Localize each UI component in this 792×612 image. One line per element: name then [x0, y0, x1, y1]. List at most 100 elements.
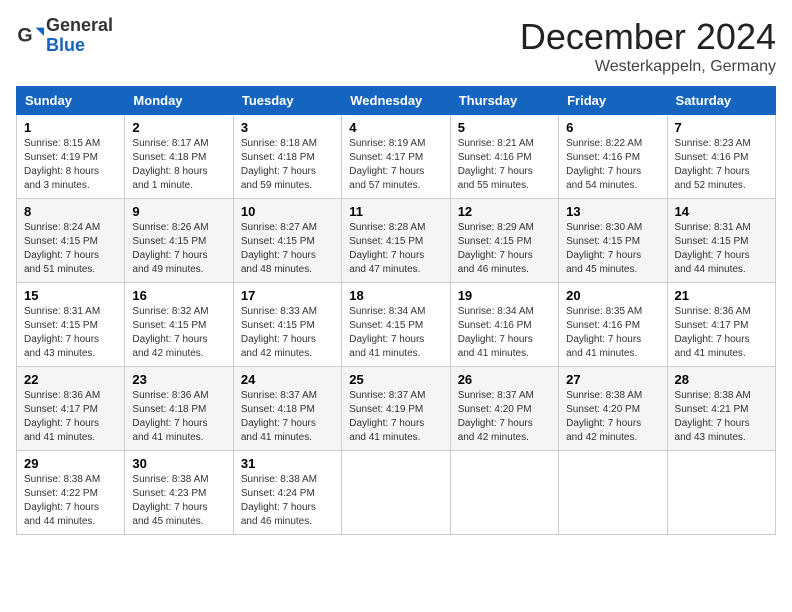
day-info: Sunrise: 8:33 AM Sunset: 4:15 PM Dayligh…: [241, 305, 334, 361]
day-info: Sunrise: 8:22 AM Sunset: 4:16 PM Dayligh…: [566, 137, 659, 193]
day-info: Sunrise: 8:38 AM Sunset: 4:20 PM Dayligh…: [566, 389, 659, 445]
day-info: Sunrise: 8:34 AM Sunset: 4:15 PM Dayligh…: [349, 305, 442, 361]
calendar-day-cell: 3 Sunrise: 8:18 AM Sunset: 4:18 PM Dayli…: [233, 115, 341, 199]
calendar-day-cell: 11 Sunrise: 8:28 AM Sunset: 4:15 PM Dayl…: [342, 199, 450, 283]
day-info: Sunrise: 8:34 AM Sunset: 4:16 PM Dayligh…: [458, 305, 551, 361]
day-number: 21: [675, 288, 768, 303]
calendar-day-cell: 30 Sunrise: 8:38 AM Sunset: 4:23 PM Dayl…: [125, 451, 233, 535]
weekday-header: Sunday: [17, 87, 125, 115]
day-info: Sunrise: 8:38 AM Sunset: 4:23 PM Dayligh…: [132, 473, 225, 529]
calendar-day-cell: 29 Sunrise: 8:38 AM Sunset: 4:22 PM Dayl…: [17, 451, 125, 535]
calendar-table: SundayMondayTuesdayWednesdayThursdayFrid…: [16, 86, 776, 535]
logo: G General Blue: [16, 16, 113, 56]
calendar-day-cell: 9 Sunrise: 8:26 AM Sunset: 4:15 PM Dayli…: [125, 199, 233, 283]
day-info: Sunrise: 8:37 AM Sunset: 4:18 PM Dayligh…: [241, 389, 334, 445]
day-number: 25: [349, 372, 442, 387]
day-number: 18: [349, 288, 442, 303]
day-number: 9: [132, 204, 225, 219]
calendar-day-cell: 26 Sunrise: 8:37 AM Sunset: 4:20 PM Dayl…: [450, 367, 558, 451]
day-info: Sunrise: 8:36 AM Sunset: 4:17 PM Dayligh…: [24, 389, 117, 445]
day-number: 20: [566, 288, 659, 303]
day-info: Sunrise: 8:36 AM Sunset: 4:17 PM Dayligh…: [675, 305, 768, 361]
day-number: 13: [566, 204, 659, 219]
day-number: 15: [24, 288, 117, 303]
day-number: 10: [241, 204, 334, 219]
calendar-day-cell: [667, 451, 775, 535]
calendar-day-cell: [342, 451, 450, 535]
calendar-day-cell: 2 Sunrise: 8:17 AM Sunset: 4:18 PM Dayli…: [125, 115, 233, 199]
day-number: 2: [132, 120, 225, 135]
calendar-day-cell: 15 Sunrise: 8:31 AM Sunset: 4:15 PM Dayl…: [17, 283, 125, 367]
calendar-day-cell: 1 Sunrise: 8:15 AM Sunset: 4:19 PM Dayli…: [17, 115, 125, 199]
calendar-day-cell: [450, 451, 558, 535]
day-info: Sunrise: 8:24 AM Sunset: 4:15 PM Dayligh…: [24, 221, 117, 277]
calendar-day-cell: 5 Sunrise: 8:21 AM Sunset: 4:16 PM Dayli…: [450, 115, 558, 199]
calendar-day-cell: 12 Sunrise: 8:29 AM Sunset: 4:15 PM Dayl…: [450, 199, 558, 283]
day-info: Sunrise: 8:31 AM Sunset: 4:15 PM Dayligh…: [24, 305, 117, 361]
calendar-day-cell: 25 Sunrise: 8:37 AM Sunset: 4:19 PM Dayl…: [342, 367, 450, 451]
day-number: 24: [241, 372, 334, 387]
day-info: Sunrise: 8:17 AM Sunset: 4:18 PM Dayligh…: [132, 137, 225, 193]
day-number: 5: [458, 120, 551, 135]
day-info: Sunrise: 8:15 AM Sunset: 4:19 PM Dayligh…: [24, 137, 117, 193]
day-info: Sunrise: 8:19 AM Sunset: 4:17 PM Dayligh…: [349, 137, 442, 193]
calendar-day-cell: 24 Sunrise: 8:37 AM Sunset: 4:18 PM Dayl…: [233, 367, 341, 451]
day-info: Sunrise: 8:29 AM Sunset: 4:15 PM Dayligh…: [458, 221, 551, 277]
day-info: Sunrise: 8:27 AM Sunset: 4:15 PM Dayligh…: [241, 221, 334, 277]
calendar-day-cell: 19 Sunrise: 8:34 AM Sunset: 4:16 PM Dayl…: [450, 283, 558, 367]
calendar-week-row: 8 Sunrise: 8:24 AM Sunset: 4:15 PM Dayli…: [17, 199, 776, 283]
calendar-day-cell: 31 Sunrise: 8:38 AM Sunset: 4:24 PM Dayl…: [233, 451, 341, 535]
logo-blue-text: Blue: [46, 35, 85, 55]
day-info: Sunrise: 8:26 AM Sunset: 4:15 PM Dayligh…: [132, 221, 225, 277]
weekday-header: Wednesday: [342, 87, 450, 115]
day-number: 3: [241, 120, 334, 135]
weekday-header: Thursday: [450, 87, 558, 115]
day-number: 19: [458, 288, 551, 303]
day-number: 12: [458, 204, 551, 219]
weekday-header: Monday: [125, 87, 233, 115]
calendar-day-cell: 7 Sunrise: 8:23 AM Sunset: 4:16 PM Dayli…: [667, 115, 775, 199]
calendar-day-cell: 17 Sunrise: 8:33 AM Sunset: 4:15 PM Dayl…: [233, 283, 341, 367]
day-number: 1: [24, 120, 117, 135]
day-info: Sunrise: 8:30 AM Sunset: 4:15 PM Dayligh…: [566, 221, 659, 277]
svg-text:G: G: [17, 24, 32, 46]
weekday-header: Tuesday: [233, 87, 341, 115]
calendar-day-cell: 6 Sunrise: 8:22 AM Sunset: 4:16 PM Dayli…: [559, 115, 667, 199]
day-number: 14: [675, 204, 768, 219]
calendar-day-cell: 18 Sunrise: 8:34 AM Sunset: 4:15 PM Dayl…: [342, 283, 450, 367]
day-number: 7: [675, 120, 768, 135]
day-info: Sunrise: 8:38 AM Sunset: 4:24 PM Dayligh…: [241, 473, 334, 529]
month-title: December 2024: [520, 16, 776, 58]
day-number: 23: [132, 372, 225, 387]
logo-icon: G: [16, 22, 44, 50]
day-info: Sunrise: 8:28 AM Sunset: 4:15 PM Dayligh…: [349, 221, 442, 277]
location-title: Westerkappeln, Germany: [520, 58, 776, 76]
weekday-header-row: SundayMondayTuesdayWednesdayThursdayFrid…: [17, 87, 776, 115]
calendar-day-cell: 14 Sunrise: 8:31 AM Sunset: 4:15 PM Dayl…: [667, 199, 775, 283]
page-header: G General Blue December 2024 Westerkappe…: [16, 16, 776, 76]
day-number: 17: [241, 288, 334, 303]
calendar-day-cell: 21 Sunrise: 8:36 AM Sunset: 4:17 PM Dayl…: [667, 283, 775, 367]
day-info: Sunrise: 8:37 AM Sunset: 4:20 PM Dayligh…: [458, 389, 551, 445]
calendar-day-cell: 8 Sunrise: 8:24 AM Sunset: 4:15 PM Dayli…: [17, 199, 125, 283]
calendar-day-cell: [559, 451, 667, 535]
day-number: 27: [566, 372, 659, 387]
calendar-week-row: 15 Sunrise: 8:31 AM Sunset: 4:15 PM Dayl…: [17, 283, 776, 367]
day-info: Sunrise: 8:38 AM Sunset: 4:21 PM Dayligh…: [675, 389, 768, 445]
calendar-day-cell: 20 Sunrise: 8:35 AM Sunset: 4:16 PM Dayl…: [559, 283, 667, 367]
title-block: December 2024 Westerkappeln, Germany: [520, 16, 776, 76]
day-info: Sunrise: 8:36 AM Sunset: 4:18 PM Dayligh…: [132, 389, 225, 445]
day-number: 29: [24, 456, 117, 471]
day-info: Sunrise: 8:32 AM Sunset: 4:15 PM Dayligh…: [132, 305, 225, 361]
logo-general-text: General: [46, 15, 113, 35]
day-number: 6: [566, 120, 659, 135]
calendar-day-cell: 16 Sunrise: 8:32 AM Sunset: 4:15 PM Dayl…: [125, 283, 233, 367]
calendar-week-row: 22 Sunrise: 8:36 AM Sunset: 4:17 PM Dayl…: [17, 367, 776, 451]
calendar-day-cell: 22 Sunrise: 8:36 AM Sunset: 4:17 PM Dayl…: [17, 367, 125, 451]
calendar-day-cell: 13 Sunrise: 8:30 AM Sunset: 4:15 PM Dayl…: [559, 199, 667, 283]
calendar-week-row: 29 Sunrise: 8:38 AM Sunset: 4:22 PM Dayl…: [17, 451, 776, 535]
day-number: 22: [24, 372, 117, 387]
calendar-week-row: 1 Sunrise: 8:15 AM Sunset: 4:19 PM Dayli…: [17, 115, 776, 199]
day-number: 11: [349, 204, 442, 219]
day-number: 26: [458, 372, 551, 387]
